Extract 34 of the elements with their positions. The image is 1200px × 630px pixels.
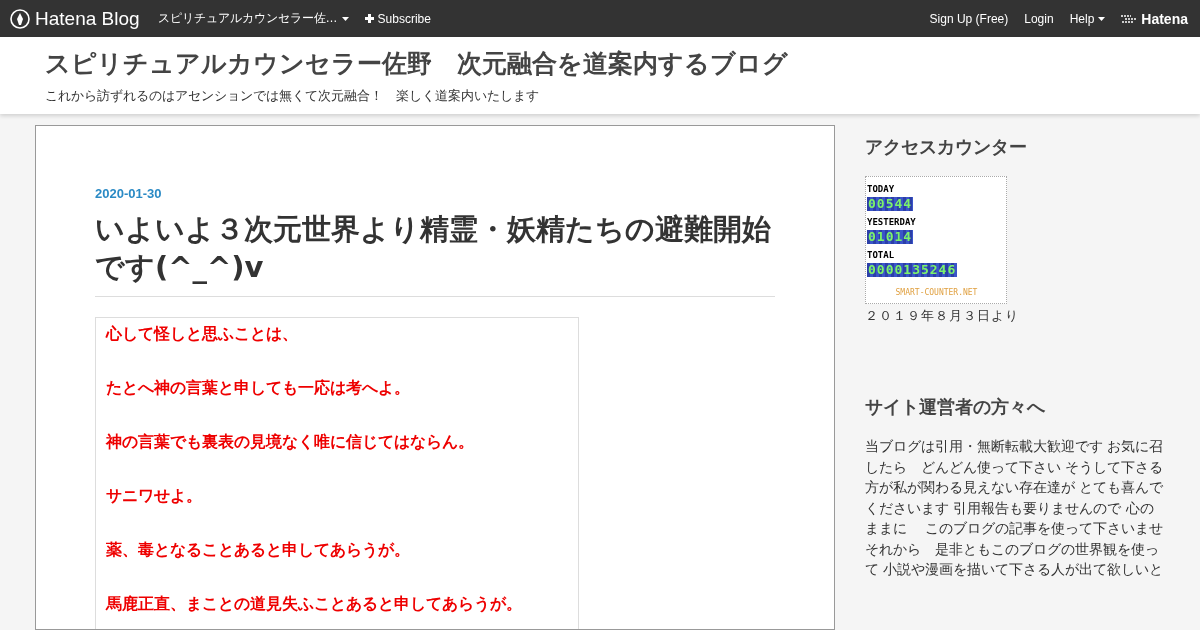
body-text: サニワせよ。 [106, 486, 203, 508]
paragraph-line: したら どんどん使って下さい そうして下さる [865, 457, 1165, 477]
hatena-logo[interactable]: Hatena [1121, 10, 1188, 27]
subscribe-link[interactable]: Subscribe [364, 11, 431, 26]
counter-digits: 0000135246 [867, 263, 958, 277]
counter-label: TODAY [867, 184, 896, 194]
paragraph-line: それから 是非ともこのブログの世界観を使っ [865, 539, 1160, 559]
counter-label: YESTERDAY [867, 217, 917, 227]
nav-link[interactable]: Login [1024, 11, 1054, 26]
blog-title[interactable]: スピリチュアルカウンセラー佐野 次元融合を道案内するブログ [45, 47, 1155, 80]
paragraph-line: て 小説や漫画を描いて下さる人が出て欲しいと [865, 560, 1165, 579]
article-title[interactable]: いよいよ３次元世界より精霊・妖精たちの避難開始です(^_^)v [95, 211, 775, 298]
section-title: サイト運営者の方々へ [865, 395, 1046, 419]
section-title: アクセスカウンター [865, 135, 1028, 159]
article-date[interactable]: 2020-01-30 [95, 186, 775, 201]
counter-label: TOTAL [867, 250, 896, 260]
paragraph-line: ままに このブログの記事を使って下さいませ [865, 519, 1165, 538]
body-text: 心して怪しと思ふことは、 [106, 324, 299, 346]
paragraph-line: 方が私が関わる見えない存在達が とても喜んで [865, 478, 1165, 497]
blog-menu[interactable]: スピリチュアルカウンセラー佐… [157, 10, 349, 27]
nav-link[interactable]: Sign Up (Free) [929, 11, 1009, 26]
counter-note: ２０１９年８月３日より [865, 307, 1020, 325]
help-menu[interactable]: Help [1069, 11, 1106, 26]
body-text: 馬鹿正直、まことの道見失ふことあると申してあらうが。 [106, 594, 523, 616]
counter-digits: 01014 [867, 230, 914, 244]
counter-digits: 00544 [867, 197, 914, 211]
body-text: 薬、毒となることあると申してあらうが。 [106, 540, 411, 562]
paragraph-line: くださいます 引用報告も要りませんので 心の [865, 498, 1155, 518]
body-text: たとへ神の言葉と申しても一応は考へよ。 [106, 378, 411, 400]
brand-logo[interactable]: Hatena Blog [10, 7, 140, 30]
blog-tagline: これから訪ずれるのはアセンションでは無くて次元融合！ 楽しく道案内いたします [45, 87, 540, 105]
counter-credit: SMART-COUNTER.NET [894, 288, 979, 297]
paragraph-line: 当ブログは引用・無断転載大歓迎です お気に召 [865, 437, 1165, 456]
body-text: 神の言葉でも裏表の見境なく唯に信じてはならん。 [106, 432, 475, 454]
